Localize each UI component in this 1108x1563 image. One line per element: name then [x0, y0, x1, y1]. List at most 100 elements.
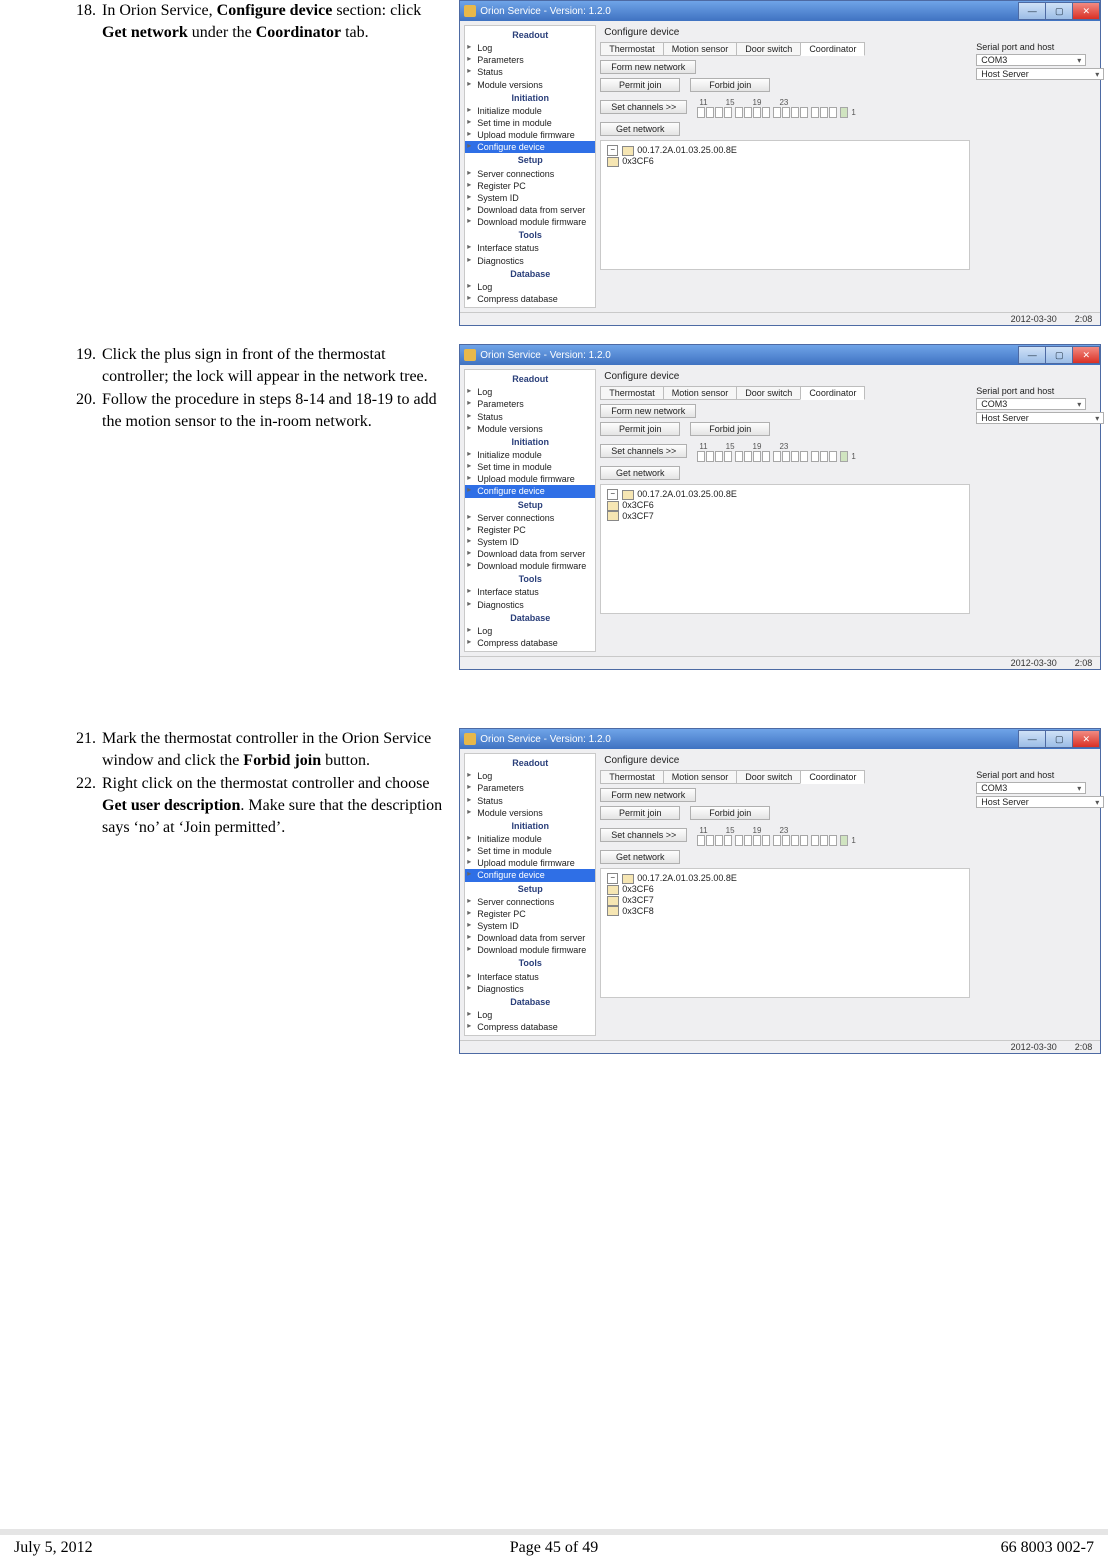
tab-motion-sensor[interactable]: Motion sensor	[663, 770, 738, 784]
sidebar-item-download-firmware[interactable]: Download module firmware	[465, 216, 595, 228]
forbid-join-button[interactable]: Forbid join	[690, 78, 770, 92]
sidebar-item-log2[interactable]: Log	[465, 625, 595, 637]
permit-join-button[interactable]: Permit join	[600, 806, 680, 820]
tab-door-switch[interactable]: Door switch	[736, 770, 801, 784]
tab-door-switch[interactable]: Door switch	[736, 386, 801, 400]
host-select[interactable]: Host Server▾	[976, 412, 1104, 424]
com-port-select[interactable]: COM3▾	[976, 54, 1086, 66]
sidebar-item-initialize-module[interactable]: Initialize module	[465, 833, 595, 845]
tab-thermostat[interactable]: Thermostat	[600, 386, 664, 400]
tree-node[interactable]: 0x3CF7	[607, 511, 963, 522]
tree-node[interactable]: 0x3CF6	[607, 500, 963, 511]
sidebar-item-parameters[interactable]: Parameters	[465, 54, 595, 66]
sidebar-item-status[interactable]: Status	[465, 411, 595, 423]
sidebar-item-interface-status[interactable]: Interface status	[465, 242, 595, 254]
sidebar-item-interface-status[interactable]: Interface status	[465, 971, 595, 983]
form-new-network-button[interactable]: Form new network	[600, 788, 696, 802]
com-port-select[interactable]: COM3▾	[976, 782, 1086, 794]
network-tree[interactable]: −00.17.2A.01.03.25.00.8E 0x3CF6 0x3CF7 0…	[600, 868, 970, 998]
network-tree[interactable]: −00.17.2A.01.03.25.00.8E 0x3CF6	[600, 140, 970, 270]
sidebar-item-upload-firmware[interactable]: Upload module firmware	[465, 857, 595, 869]
sidebar-item-download-server[interactable]: Download data from server	[465, 932, 595, 944]
sidebar-item-register-pc[interactable]: Register PC	[465, 908, 595, 920]
forbid-join-button[interactable]: Forbid join	[690, 806, 770, 820]
sidebar-item-module-versions[interactable]: Module versions	[465, 79, 595, 91]
sidebar-item-module-versions[interactable]: Module versions	[465, 807, 595, 819]
form-new-network-button[interactable]: Form new network	[600, 404, 696, 418]
sidebar-item-compress-db[interactable]: Compress database	[465, 637, 595, 649]
sidebar-item-download-firmware[interactable]: Download module firmware	[465, 560, 595, 572]
sidebar-item-compress-db[interactable]: Compress database	[465, 293, 595, 305]
permit-join-button[interactable]: Permit join	[600, 78, 680, 92]
get-network-button[interactable]: Get network	[600, 122, 680, 136]
sidebar-item-initialize-module[interactable]: Initialize module	[465, 449, 595, 461]
sidebar-item-server-connections[interactable]: Server connections	[465, 168, 595, 180]
tree-root[interactable]: −00.17.2A.01.03.25.00.8E	[607, 873, 963, 884]
tree-node[interactable]: 0x3CF8	[607, 906, 963, 917]
sidebar-item-upload-firmware[interactable]: Upload module firmware	[465, 473, 595, 485]
form-new-network-button[interactable]: Form new network	[600, 60, 696, 74]
sidebar-item-diagnostics[interactable]: Diagnostics	[465, 983, 595, 995]
permit-join-button[interactable]: Permit join	[600, 422, 680, 436]
sidebar-item-log2[interactable]: Log	[465, 1009, 595, 1021]
sidebar-item-system-id[interactable]: System ID	[465, 920, 595, 932]
expand-icon[interactable]: −	[607, 145, 618, 156]
set-channels-button[interactable]: Set channels >>	[600, 828, 687, 842]
set-channels-button[interactable]: Set channels >>	[600, 444, 687, 458]
sidebar-item-module-versions[interactable]: Module versions	[465, 423, 595, 435]
sidebar-item-diagnostics[interactable]: Diagnostics	[465, 599, 595, 611]
sidebar-item-status[interactable]: Status	[465, 66, 595, 78]
expand-icon[interactable]: −	[607, 489, 618, 500]
get-network-button[interactable]: Get network	[600, 466, 680, 480]
sidebar-item-download-server[interactable]: Download data from server	[465, 204, 595, 216]
sidebar-item-system-id[interactable]: System ID	[465, 536, 595, 548]
sidebar-item-system-id[interactable]: System ID	[465, 192, 595, 204]
sidebar-item-set-time[interactable]: Set time in module	[465, 845, 595, 857]
tab-thermostat[interactable]: Thermostat	[600, 770, 664, 784]
set-channels-button[interactable]: Set channels >>	[600, 100, 687, 114]
sidebar-item-register-pc[interactable]: Register PC	[465, 524, 595, 536]
sidebar-item-status[interactable]: Status	[465, 795, 595, 807]
tab-motion-sensor[interactable]: Motion sensor	[663, 386, 738, 400]
sidebar-item-log[interactable]: Log	[465, 386, 595, 398]
network-tree[interactable]: −00.17.2A.01.03.25.00.8E 0x3CF6 0x3CF7	[600, 484, 970, 614]
sidebar-item-server-connections[interactable]: Server connections	[465, 896, 595, 908]
sidebar-item-download-server[interactable]: Download data from server	[465, 548, 595, 560]
minimize-button[interactable]: —	[1018, 730, 1046, 748]
sidebar-item-configure-device[interactable]: Configure device	[465, 485, 595, 497]
com-port-select[interactable]: COM3▾	[976, 398, 1086, 410]
minimize-button[interactable]: —	[1018, 346, 1046, 364]
close-button[interactable]: ✕	[1072, 730, 1100, 748]
close-button[interactable]: ✕	[1072, 346, 1100, 364]
sidebar-item-diagnostics[interactable]: Diagnostics	[465, 255, 595, 267]
host-select[interactable]: Host Server▾	[976, 796, 1104, 808]
forbid-join-button[interactable]: Forbid join	[690, 422, 770, 436]
tab-motion-sensor[interactable]: Motion sensor	[663, 42, 738, 56]
sidebar-item-server-connections[interactable]: Server connections	[465, 512, 595, 524]
sidebar-item-download-firmware[interactable]: Download module firmware	[465, 944, 595, 956]
maximize-button[interactable]: ▢	[1045, 346, 1073, 364]
tree-node[interactable]: 0x3CF7	[607, 895, 963, 906]
sidebar-item-parameters[interactable]: Parameters	[465, 782, 595, 794]
sidebar-item-set-time[interactable]: Set time in module	[465, 117, 595, 129]
tab-coordinator[interactable]: Coordinator	[800, 386, 865, 400]
sidebar-item-register-pc[interactable]: Register PC	[465, 180, 595, 192]
minimize-button[interactable]: —	[1018, 2, 1046, 20]
get-network-button[interactable]: Get network	[600, 850, 680, 864]
sidebar-item-set-time[interactable]: Set time in module	[465, 461, 595, 473]
tab-coordinator[interactable]: Coordinator	[800, 42, 865, 56]
tree-root[interactable]: −00.17.2A.01.03.25.00.8E	[607, 489, 963, 500]
sidebar-item-configure-device[interactable]: Configure device	[465, 141, 595, 153]
sidebar-item-log[interactable]: Log	[465, 770, 595, 782]
tab-door-switch[interactable]: Door switch	[736, 42, 801, 56]
sidebar-item-log2[interactable]: Log	[465, 281, 595, 293]
tree-node[interactable]: 0x3CF6	[607, 156, 963, 167]
sidebar-item-interface-status[interactable]: Interface status	[465, 586, 595, 598]
sidebar-item-upload-firmware[interactable]: Upload module firmware	[465, 129, 595, 141]
expand-icon[interactable]: −	[607, 873, 618, 884]
tab-coordinator[interactable]: Coordinator	[800, 770, 865, 784]
maximize-button[interactable]: ▢	[1045, 2, 1073, 20]
tab-thermostat[interactable]: Thermostat	[600, 42, 664, 56]
sidebar-item-initialize-module[interactable]: Initialize module	[465, 105, 595, 117]
sidebar-item-parameters[interactable]: Parameters	[465, 398, 595, 410]
